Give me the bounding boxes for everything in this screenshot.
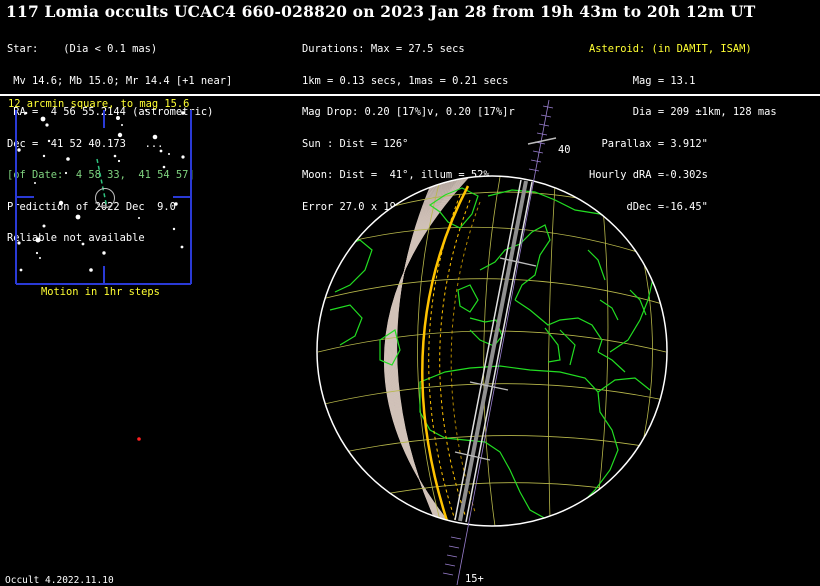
graphics-layer [15, 99, 668, 585]
finder-frame [15, 110, 192, 285]
target-star-marker [95, 188, 115, 208]
path-time-label-top: 40 [558, 144, 571, 156]
path-time-label-bottom: 15+ [465, 573, 484, 585]
software-version: Occult 4.2022.11.10 [5, 575, 114, 586]
finder-chart [15, 109, 192, 285]
finder-stars [17, 109, 185, 272]
red-marker-dot [137, 437, 141, 441]
asteroid-motion-track [96, 158, 108, 209]
